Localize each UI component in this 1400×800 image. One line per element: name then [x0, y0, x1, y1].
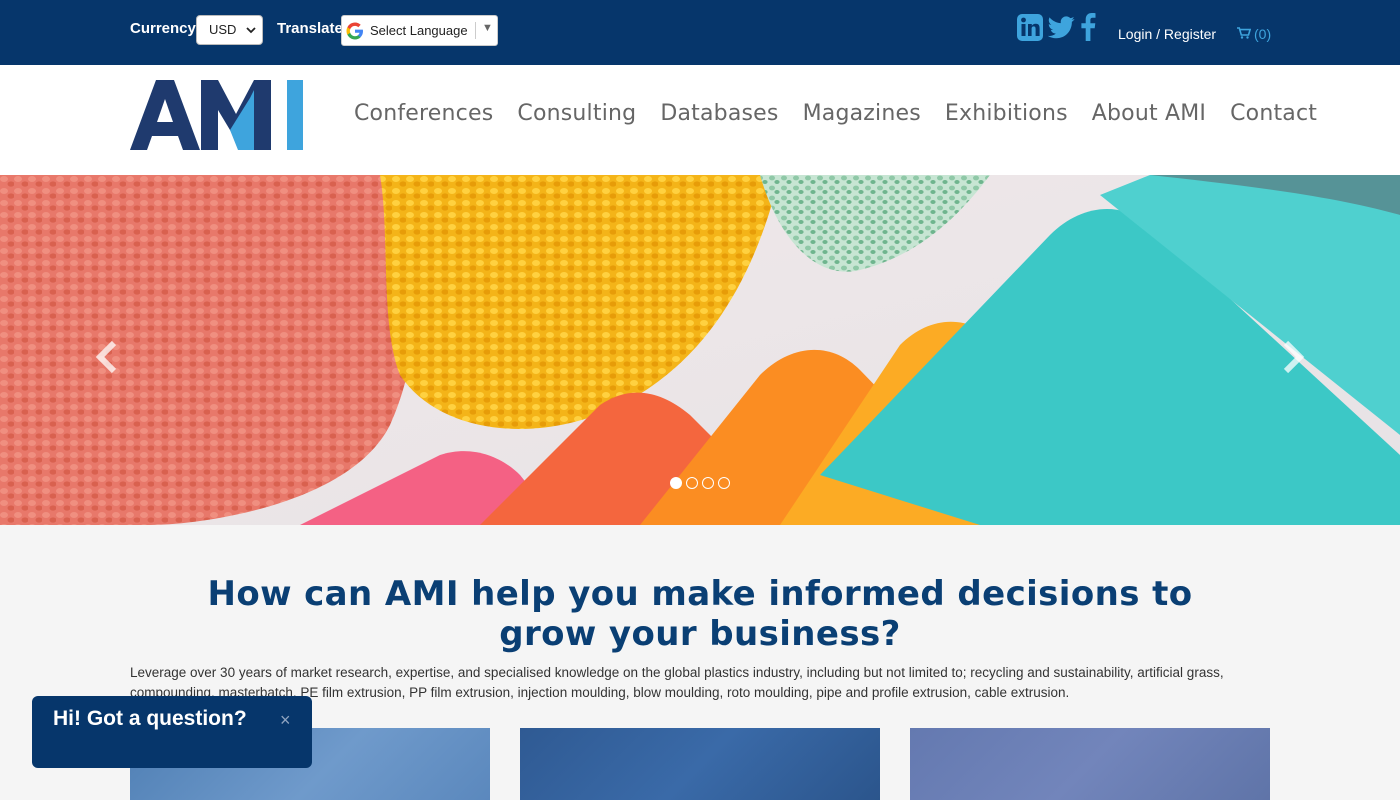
- twitter-icon[interactable]: [1048, 16, 1075, 39]
- carousel-indicators: [670, 477, 730, 489]
- nav-databases[interactable]: Databases: [660, 101, 778, 126]
- chevron-down-icon: [246, 16, 256, 56]
- currency-label: Currency:: [130, 20, 201, 37]
- intro-heading: How can AMI help you make informed decis…: [207, 574, 1193, 654]
- close-icon[interactable]: ×: [280, 710, 291, 731]
- language-select[interactable]: Select Language ▼: [341, 15, 498, 46]
- language-select-label: Select Language: [370, 23, 468, 38]
- currency-value: USD: [209, 22, 237, 37]
- cart-count: (0): [1254, 26, 1272, 42]
- carousel-dot-3[interactable]: [702, 477, 714, 489]
- cart-link[interactable]: (0): [1237, 26, 1271, 42]
- nav-consulting[interactable]: Consulting: [517, 101, 636, 126]
- translate-label: Translate:: [277, 20, 348, 37]
- ami-logo[interactable]: [130, 80, 305, 157]
- chat-widget[interactable]: Hi! Got a question? ×: [32, 696, 312, 768]
- google-icon: [346, 22, 364, 40]
- service-card-2[interactable]: [520, 728, 880, 800]
- chat-prompt: Hi! Got a question?: [53, 707, 247, 730]
- linkedin-icon[interactable]: [1017, 14, 1043, 41]
- hero-carousel: [0, 175, 1400, 525]
- facebook-icon[interactable]: [1080, 13, 1096, 41]
- dropdown-arrow-icon: ▼: [482, 22, 493, 34]
- carousel-prev-icon[interactable]: [92, 337, 122, 377]
- nav-contact[interactable]: Contact: [1230, 101, 1317, 126]
- nav-exhibitions[interactable]: Exhibitions: [945, 101, 1068, 126]
- top-bar: Currency: USD Translate: Select Language…: [0, 0, 1400, 65]
- carousel-dot-4[interactable]: [718, 477, 730, 489]
- nav-about-ami[interactable]: About AMI: [1092, 101, 1206, 126]
- main-nav: Conferences Consulting Databases Magazin…: [354, 101, 1317, 126]
- hero-image: [0, 175, 1400, 525]
- carousel-dot-2[interactable]: [686, 477, 698, 489]
- cart-icon: [1237, 26, 1252, 42]
- service-card-3[interactable]: [910, 728, 1270, 800]
- site-header: Conferences Consulting Databases Magazin…: [0, 65, 1400, 175]
- nav-magazines[interactable]: Magazines: [803, 101, 921, 126]
- nav-conferences[interactable]: Conferences: [354, 101, 493, 126]
- currency-select[interactable]: USD: [196, 15, 263, 45]
- login-register-link[interactable]: Login / Register: [1118, 26, 1216, 42]
- carousel-dot-1[interactable]: [670, 477, 682, 489]
- select-divider: [475, 22, 476, 39]
- carousel-next-icon[interactable]: [1278, 337, 1308, 377]
